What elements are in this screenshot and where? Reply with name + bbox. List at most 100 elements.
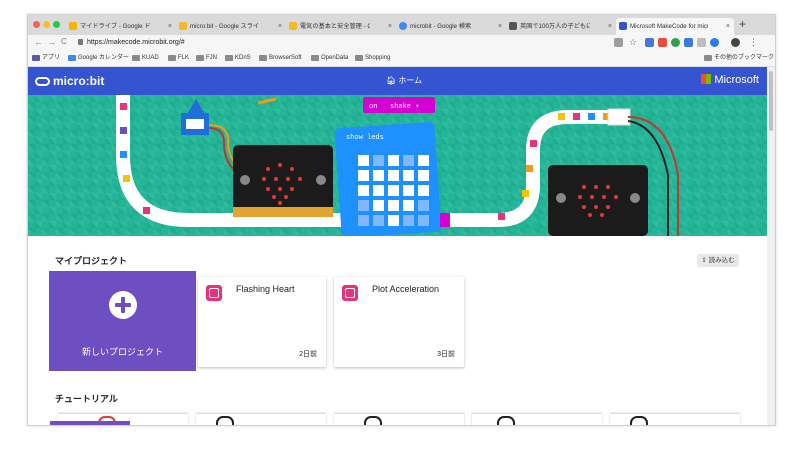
bookmark-item[interactable]: Google カレンダー xyxy=(68,54,129,63)
new-project-card[interactable]: 新しいプロジェクト xyxy=(50,272,195,370)
scrollbar-thumb[interactable] xyxy=(769,71,773,131)
browser-tab-active[interactable]: Microsoft MakeCode for micro:bit × xyxy=(616,18,734,35)
browser-window: マイドライブ - Google ドライブ × micro:bit - Googl… xyxy=(27,14,776,426)
close-tab-icon[interactable]: × xyxy=(608,18,612,35)
block-connector xyxy=(440,213,450,227)
microsoft-logo[interactable]: Microsoft xyxy=(701,74,759,86)
bookmark-item[interactable]: OpenData xyxy=(311,54,348,63)
browser-tab[interactable]: 電気の基本と安全管理 - Google × xyxy=(286,18,396,35)
extension-icon[interactable] xyxy=(697,38,706,47)
track-marker xyxy=(498,213,505,220)
folder-icon xyxy=(311,55,319,61)
servo-wire xyxy=(257,97,277,105)
upload-icon: ⇪ xyxy=(701,257,709,264)
led-grid xyxy=(358,155,429,226)
browser-tab[interactable]: microbit - Google 検索 × xyxy=(396,18,506,35)
lock-icon xyxy=(78,39,83,45)
servo-label xyxy=(186,119,204,129)
project-title: Plot Acceleration xyxy=(372,284,440,294)
microbit-edge xyxy=(233,207,333,217)
new-tab-button[interactable]: + xyxy=(739,17,746,31)
microbit-button-a xyxy=(240,175,250,185)
slides-icon xyxy=(289,22,297,30)
back-button[interactable]: ← xyxy=(34,37,43,47)
tab-strip: マイドライブ - Google ドライブ × micro:bit - Googl… xyxy=(28,15,775,35)
tutorial-card[interactable] xyxy=(472,414,602,425)
bookmarks-bar: アプリ Google カレンダー KUAD FLK FJN KDnS Brows… xyxy=(28,51,775,67)
home-icon: 🏠︎ xyxy=(386,76,397,85)
calendar-icon xyxy=(68,55,76,61)
microbit-button-b xyxy=(316,175,326,185)
close-tab-icon[interactable]: × xyxy=(726,18,730,35)
other-bookmarks[interactable]: その他のブックマーク xyxy=(704,54,774,63)
menu-icon[interactable]: ⋮ xyxy=(749,38,758,47)
track-marker xyxy=(573,113,580,120)
show-leds-label: show leds xyxy=(346,134,384,142)
folder-icon xyxy=(704,55,712,61)
app-header: micro:bit 🏠︎ ホーム Microsoft xyxy=(28,67,767,95)
bookmark-apps[interactable]: アプリ xyxy=(32,54,60,63)
address-bar-row: ← → C https://makecode.microbit.org/# ☆ … xyxy=(28,35,775,51)
browser-tab[interactable]: 英国で100万人の子どもに配布され × xyxy=(506,18,616,35)
track-marker xyxy=(526,165,533,172)
bookmark-item[interactable]: Shopping xyxy=(355,54,390,63)
extension-icon[interactable] xyxy=(658,38,667,47)
bookmark-item[interactable]: KDnS xyxy=(225,54,251,63)
folder-icon xyxy=(196,55,204,61)
extension-icon[interactable] xyxy=(671,38,680,47)
project-code-icon xyxy=(342,285,358,301)
tutorial-card[interactable] xyxy=(196,414,326,425)
close-tab-icon[interactable]: × xyxy=(168,18,172,35)
bookmark-item[interactable]: KUAD xyxy=(132,54,159,63)
hero-illustration: on shake ▾ show leds xyxy=(116,95,679,236)
tutorial-card[interactable] xyxy=(334,414,464,425)
bookmark-item[interactable]: BrowserSoft xyxy=(259,54,302,63)
on-block-label: on xyxy=(369,103,377,111)
forward-button[interactable]: → xyxy=(47,37,56,47)
extension-icon[interactable] xyxy=(710,38,719,47)
bookmark-item[interactable]: FJN xyxy=(196,54,217,63)
new-project-label: 新しいプロジェクト xyxy=(81,347,163,357)
zoom-window-button[interactable] xyxy=(53,21,60,28)
track-marker xyxy=(120,127,127,134)
close-tab-icon[interactable]: × xyxy=(498,18,502,35)
servo-horn xyxy=(188,99,204,113)
slides-icon xyxy=(179,22,187,30)
browser-tab[interactable]: micro:bit - Google スライド × xyxy=(176,18,286,35)
microsoft-logo-icon xyxy=(701,74,712,84)
track-marker xyxy=(123,175,130,182)
tutorial-card-strip xyxy=(50,421,130,425)
project-title: Flashing Heart xyxy=(236,284,295,294)
microbit-logo[interactable]: micro:bit xyxy=(35,74,104,88)
tutorial-card[interactable] xyxy=(610,414,740,425)
import-button[interactable]: ⇪ 読み込む xyxy=(697,254,739,267)
reload-button[interactable]: C xyxy=(61,37,67,46)
bookmark-item[interactable]: FLK xyxy=(168,54,189,63)
microbit-button-a xyxy=(556,193,566,203)
extension-icon[interactable] xyxy=(645,38,654,47)
project-card[interactable]: Flashing Heart 2日前 xyxy=(198,277,326,367)
browser-tab[interactable]: マイドライブ - Google ドライブ × xyxy=(66,18,176,35)
folder-icon xyxy=(225,55,233,61)
close-tab-icon[interactable]: × xyxy=(388,18,392,35)
close-tab-icon[interactable]: × xyxy=(278,18,282,35)
track-marker xyxy=(530,140,537,147)
google-search-icon xyxy=(399,22,407,30)
home-button[interactable]: 🏠︎ ホーム xyxy=(386,75,422,86)
tutorial-thumbnail xyxy=(364,416,382,425)
project-code-icon xyxy=(206,285,222,301)
track-marker xyxy=(522,190,529,197)
project-card[interactable]: Plot Acceleration 3日前 xyxy=(334,277,464,367)
translate-icon[interactable] xyxy=(614,38,623,47)
plus-icon xyxy=(109,291,137,319)
close-window-button[interactable] xyxy=(33,21,40,28)
extension-icon[interactable] xyxy=(684,38,693,47)
usb-connector xyxy=(607,108,631,126)
minimize-window-button[interactable] xyxy=(43,21,50,28)
track-marker xyxy=(120,151,127,158)
microbit-logo-icon xyxy=(35,77,50,86)
track-marker xyxy=(558,113,565,120)
url-field[interactable]: https://makecode.microbit.org/# xyxy=(87,37,185,49)
star-icon[interactable]: ☆ xyxy=(629,38,638,47)
profile-icon[interactable] xyxy=(731,38,740,47)
